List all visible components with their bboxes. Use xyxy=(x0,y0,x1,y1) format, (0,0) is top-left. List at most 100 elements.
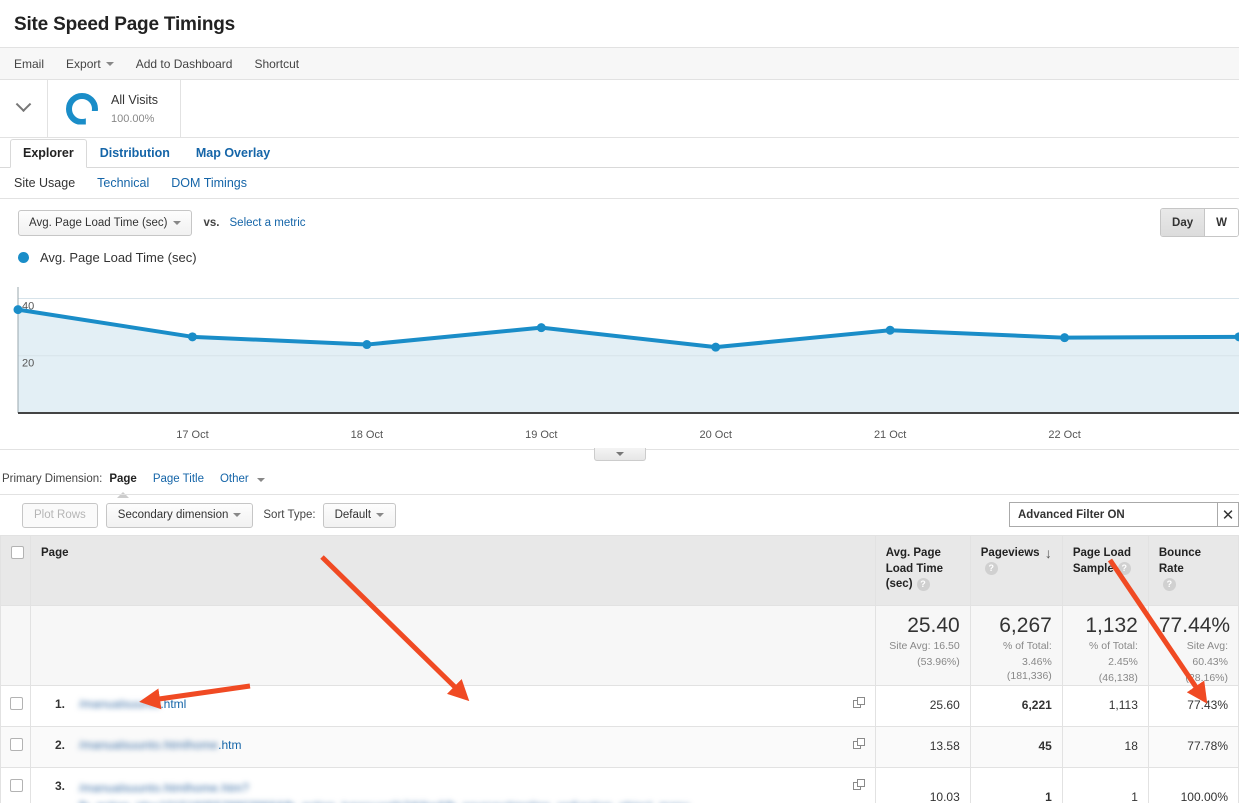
summary-bounce-sub3: (28.16%) xyxy=(1149,669,1238,685)
row-index: 2. xyxy=(31,738,65,752)
row-avg-load: 13.58 xyxy=(875,727,970,768)
primary-dimension-page-title[interactable]: Page Title xyxy=(153,473,204,485)
row-bounce: 100.00% xyxy=(1148,768,1238,803)
report-tabs: Explorer Distribution Map Overlay xyxy=(0,138,1239,168)
help-icon[interactable]: ? xyxy=(1163,578,1176,591)
open-in-new-window-icon[interactable] xyxy=(853,738,866,750)
column-header-page-load-sample[interactable]: Page Load Sample? xyxy=(1062,536,1148,606)
primary-metric-select[interactable]: Avg. Page Load Time (sec) xyxy=(18,210,192,236)
row-checkbox-cell xyxy=(1,686,31,727)
tab-map-overlay[interactable]: Map Overlay xyxy=(183,139,283,168)
row-page-cell: 3./manualsuunto.htmlhome.htm?fb_action_i… xyxy=(31,768,876,803)
report-data-table: Page Avg. Page Load Time (sec)? ↓ Pagevi… xyxy=(0,535,1239,803)
analytics-report-page: Site Speed Page Timings Email Export Add… xyxy=(0,0,1239,803)
action-export-label: Export xyxy=(66,57,101,71)
vs-label: vs. xyxy=(204,217,220,229)
summary-bounce-sub1: Site Avg: xyxy=(1149,637,1238,653)
help-icon[interactable]: ? xyxy=(985,562,998,575)
timeline-chart[interactable]: 2040 xyxy=(0,275,1239,427)
segment-all-visits[interactable]: All Visits 100.00% xyxy=(48,80,181,137)
row-checkbox[interactable] xyxy=(10,779,23,792)
svg-text:20: 20 xyxy=(22,358,34,370)
summary-avg-load-sub2: (53.96%) xyxy=(876,653,970,669)
action-shortcut[interactable]: Shortcut xyxy=(254,57,299,71)
legend-series-dot-icon xyxy=(18,252,29,263)
table-row: 1./manualsuunto.html 25.60 6,221 1,113 7… xyxy=(1,686,1239,727)
row-checkbox[interactable] xyxy=(10,697,23,710)
primary-dimension-page[interactable]: Page xyxy=(109,473,137,485)
sort-desc-arrow-icon: ↓ xyxy=(1045,546,1052,560)
summary-checkbox-cell xyxy=(1,605,31,686)
row-sample: 18 xyxy=(1062,727,1148,768)
column-header-avg-load[interactable]: Avg. Page Load Time (sec)? xyxy=(875,536,970,606)
subtab-technical[interactable]: Technical xyxy=(97,176,149,190)
select-a-metric-link[interactable]: Select a metric xyxy=(230,217,306,229)
granularity-day-button[interactable]: Day xyxy=(1161,209,1204,236)
search-input[interactable]: Advanced Filter ON xyxy=(1009,502,1217,527)
column-header-bounce-rate[interactable]: Bounce Rate? xyxy=(1148,536,1238,606)
close-icon[interactable]: ✕ xyxy=(1217,502,1239,527)
chart-collapse-handle[interactable] xyxy=(594,448,646,461)
granularity-toggle-group: Day W xyxy=(1160,208,1239,237)
column-header-pageviews[interactable]: ↓ Pageviews? xyxy=(970,536,1062,606)
column-header-bounce-rate-label: Bounce Rate xyxy=(1159,547,1201,575)
row-bounce: 77.43% xyxy=(1148,686,1238,727)
summary-pageviews-value: 6,267 xyxy=(971,606,1062,637)
tab-distribution-label: Distribution xyxy=(100,146,170,160)
subtab-site-usage[interactable]: Site Usage xyxy=(14,176,75,190)
row-avg-load: 10.03 xyxy=(875,768,970,803)
row-checkbox-cell xyxy=(1,727,31,768)
summary-sample-value: 1,132 xyxy=(1063,606,1148,637)
open-in-new-window-icon[interactable] xyxy=(853,697,866,709)
subtab-dom-timings[interactable]: DOM Timings xyxy=(171,176,247,190)
summary-pageviews-cell: 6,267 % of Total: 3.46% (181,336) xyxy=(970,605,1062,686)
help-icon[interactable]: ? xyxy=(1118,562,1131,575)
sort-type-select[interactable]: Default xyxy=(323,503,396,528)
select-all-checkbox[interactable] xyxy=(11,546,24,559)
row-checkbox[interactable] xyxy=(10,738,23,751)
open-in-new-window-icon[interactable] xyxy=(853,779,866,791)
granularity-week-button[interactable]: W xyxy=(1204,209,1238,236)
row-avg-load: 25.60 xyxy=(875,686,970,727)
chart-x-tick-label: 21 Oct xyxy=(874,429,906,441)
chevron-down-icon xyxy=(233,513,241,517)
segment-expand-toggle[interactable] xyxy=(0,80,48,137)
sort-type-value: Default xyxy=(335,509,371,521)
table-summary-row: 25.40 Site Avg: 16.50 (53.96%) 6,267 % o… xyxy=(1,605,1239,686)
chart-x-tick-label: 19 Oct xyxy=(525,429,557,441)
column-header-page[interactable]: Page xyxy=(31,536,876,606)
chart-x-axis: 17 Oct18 Oct19 Oct20 Oct21 Oct22 Oct xyxy=(0,427,1239,449)
summary-bounce-value: 77.44% xyxy=(1149,606,1238,637)
primary-dimension-label: Primary Dimension: xyxy=(2,473,102,485)
column-header-page-label: Page xyxy=(41,547,69,559)
segment-bar: All Visits 100.00% xyxy=(0,80,1239,138)
chevron-down-icon xyxy=(257,478,265,482)
chart-legend: Avg. Page Load Time (sec) xyxy=(0,246,1239,265)
action-email-label: Email xyxy=(14,57,44,71)
primary-dimension-other[interactable]: Other xyxy=(220,473,265,485)
row-page-url-visible[interactable]: .htm xyxy=(218,738,241,752)
secondary-dimension-button[interactable]: Secondary dimension xyxy=(106,503,254,528)
chart-svg: 2040 xyxy=(0,275,1239,427)
help-icon[interactable]: ? xyxy=(917,578,930,591)
chart-x-tick-label: 18 Oct xyxy=(351,429,383,441)
action-email[interactable]: Email xyxy=(14,57,44,71)
row-sample: 1,113 xyxy=(1062,686,1148,727)
tab-explorer[interactable]: Explorer xyxy=(10,139,87,168)
column-header-pageviews-label: Pageviews xyxy=(981,547,1040,559)
summary-sample-sub1: % of Total: xyxy=(1063,637,1148,653)
action-add-to-dashboard[interactable]: Add to Dashboard xyxy=(136,57,233,71)
summary-sample-sub2: 2.45% xyxy=(1063,653,1148,669)
tab-distribution[interactable]: Distribution xyxy=(87,139,183,168)
advanced-filter-box: Advanced Filter ON ✕ xyxy=(1009,502,1239,527)
primary-metric-value: Avg. Page Load Time (sec) xyxy=(29,217,168,229)
action-export[interactable]: Export xyxy=(66,57,114,71)
secondary-dimension-label: Secondary dimension xyxy=(118,509,229,521)
plot-rows-button[interactable]: Plot Rows xyxy=(22,503,98,528)
summary-sample-cell: 1,132 % of Total: 2.45% (46,138) xyxy=(1062,605,1148,686)
summary-sample-sub3: (46,138) xyxy=(1063,669,1148,685)
tab-map-overlay-label: Map Overlay xyxy=(196,146,270,160)
summary-pageviews-sub2: 3.46% (181,336) xyxy=(971,653,1062,683)
row-page-url-visible[interactable]: .html xyxy=(160,697,186,711)
row-page-url-redacted: /manualsuunto xyxy=(79,697,160,711)
